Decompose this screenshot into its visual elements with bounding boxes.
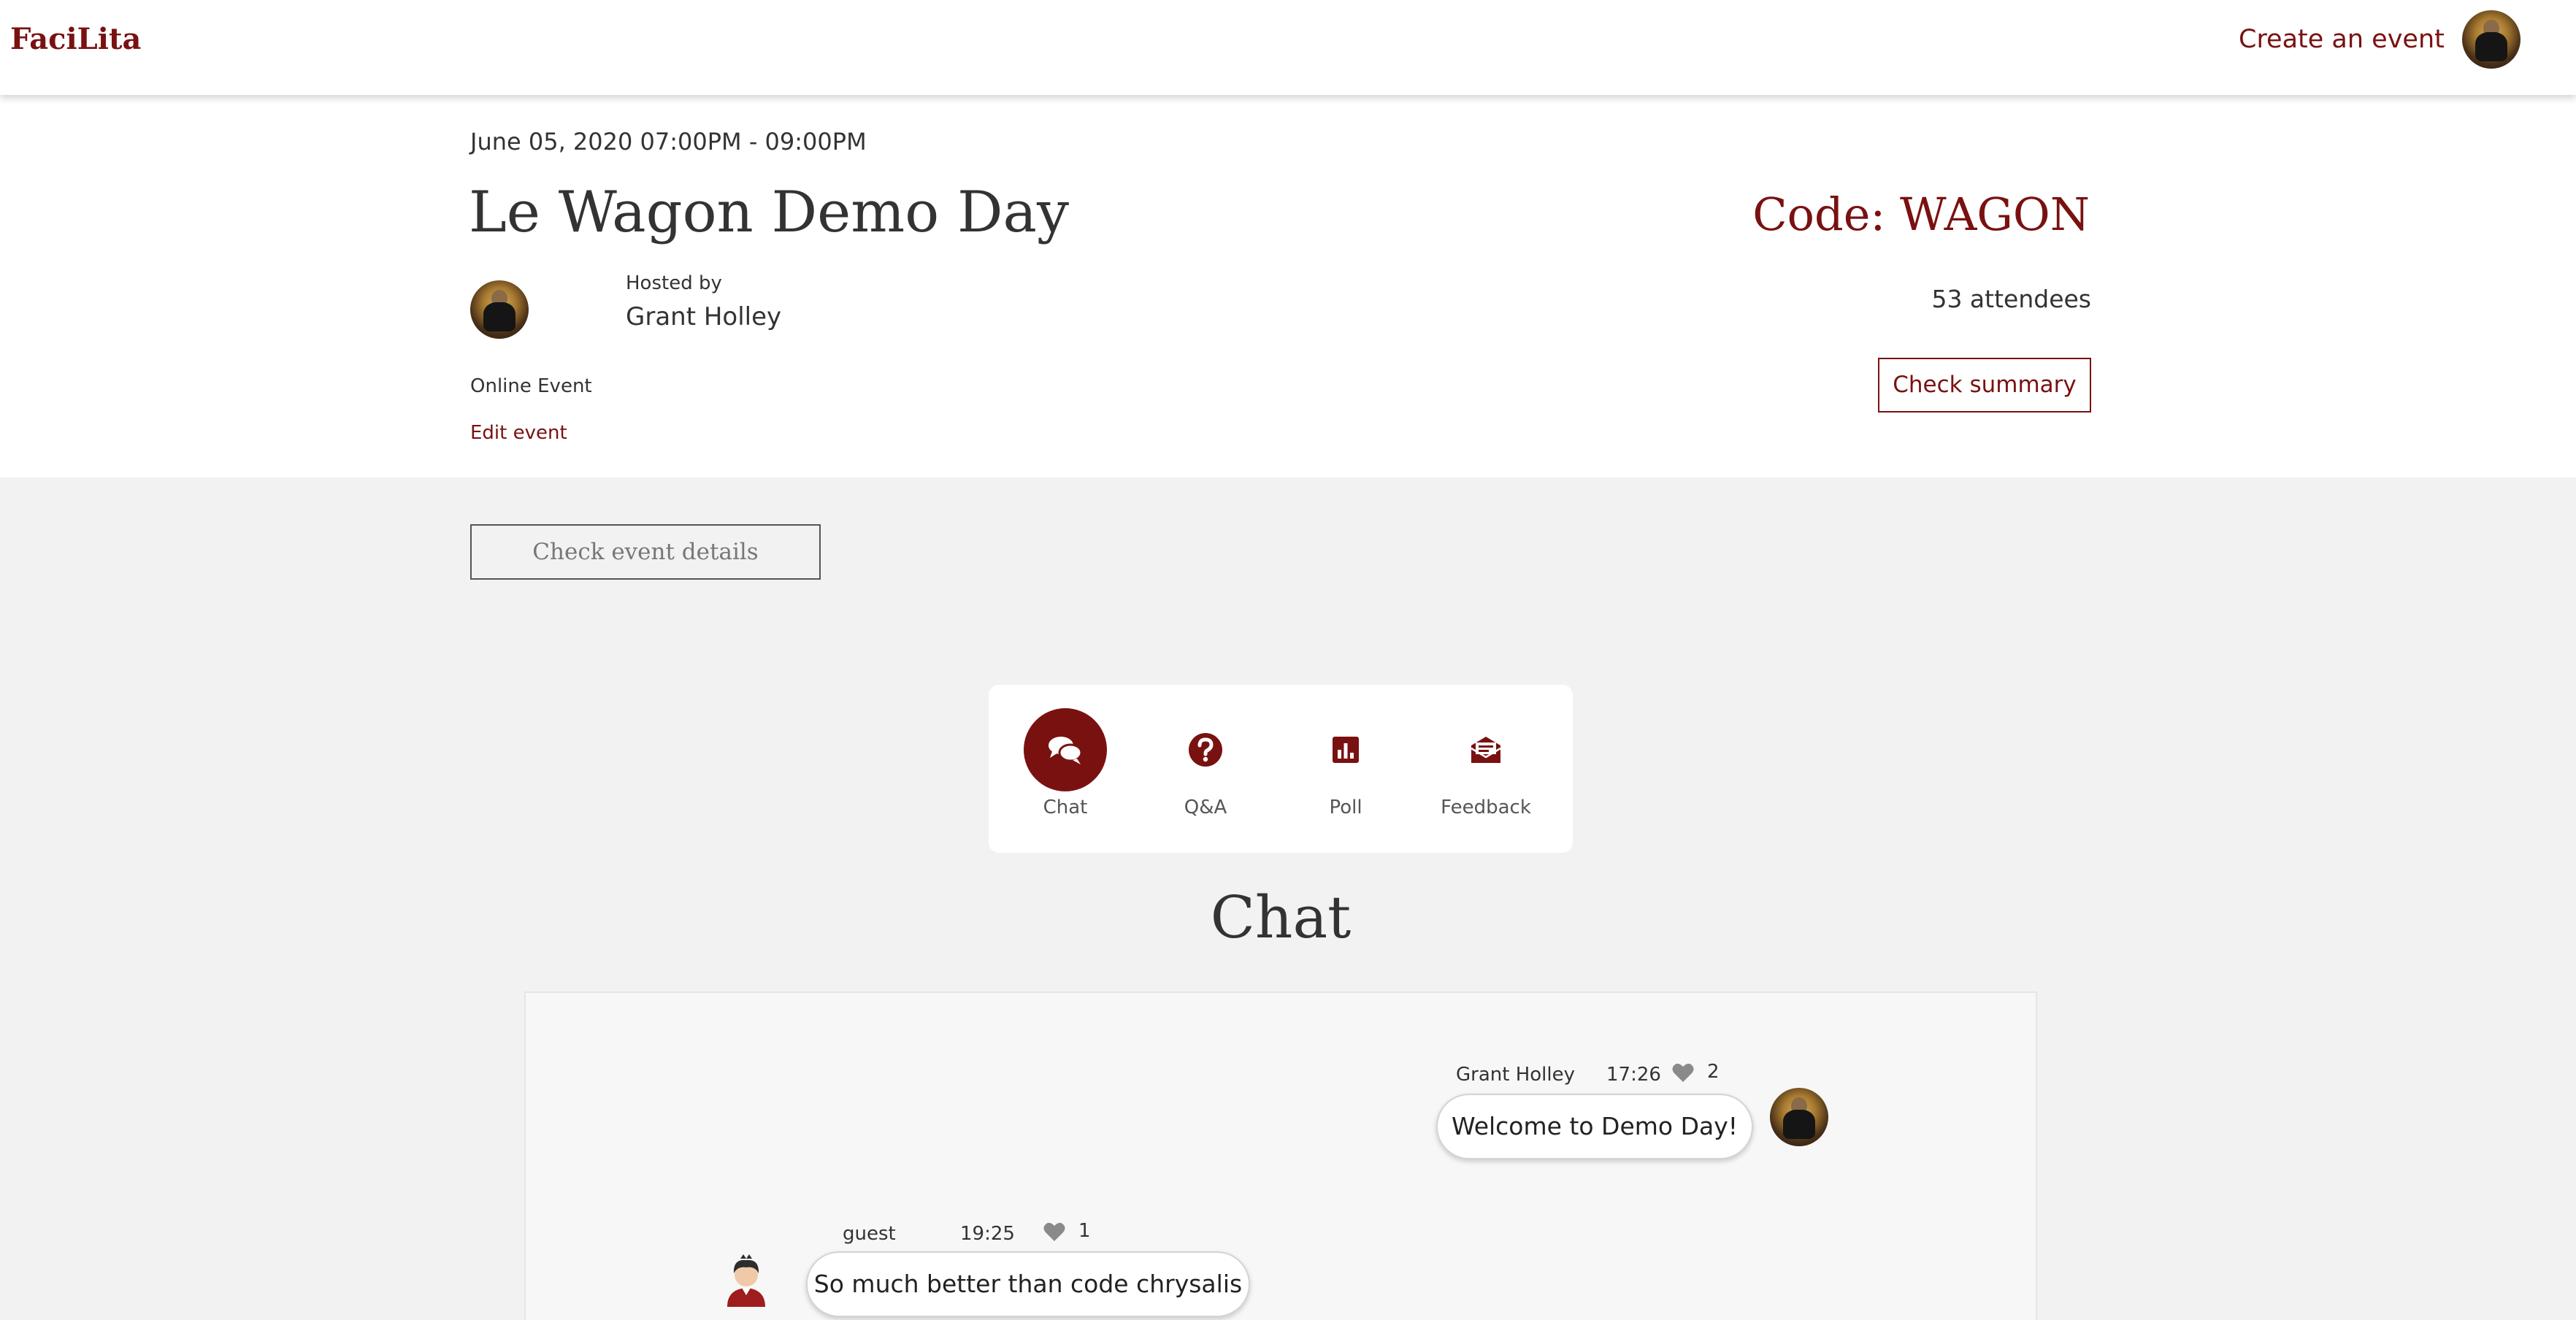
heart-icon[interactable] — [1043, 1221, 1066, 1243]
event-code: Code: WAGON — [1752, 188, 2090, 241]
message-bubble: Welcome to Demo Day! — [1436, 1094, 1753, 1159]
tab-feedback-icon-bg — [1444, 708, 1527, 791]
check-summary-button[interactable]: Check summary — [1878, 358, 2091, 412]
tab-poll-icon-bg — [1304, 708, 1387, 791]
tab-chat[interactable]: Chat — [996, 685, 1135, 853]
message-time: 17:26 — [1606, 1064, 1661, 1086]
top-navbar: FaciLita Create an event — [0, 0, 2576, 95]
user-avatar[interactable] — [2462, 10, 2521, 69]
like-count: 1 — [1078, 1220, 1091, 1242]
section-title: Chat — [1210, 883, 1352, 951]
message-author: Grant Holley — [1456, 1064, 1575, 1086]
message-time: 19:25 — [960, 1223, 1015, 1245]
event-title: Le Wagon Demo Day — [469, 180, 1070, 245]
tab-feedback[interactable]: Feedback — [1417, 685, 1555, 853]
hosted-by-label: Hosted by — [626, 272, 722, 294]
tab-poll[interactable]: Poll — [1276, 685, 1415, 853]
tab-qa-icon-bg — [1164, 708, 1247, 791]
message-bubble: So much better than code chrysalis — [806, 1251, 1250, 1317]
guest-avatar — [727, 1254, 765, 1307]
tab-chat-label: Chat — [1043, 797, 1088, 818]
event-header-panel — [0, 95, 2576, 477]
event-date: June 05, 2020 07:00PM - 09:00PM — [470, 128, 867, 156]
brand-logo[interactable]: FaciLita — [10, 19, 141, 60]
host-avatar — [470, 280, 529, 339]
feedback-icon — [1471, 737, 1501, 763]
heart-icon[interactable] — [1671, 1062, 1695, 1083]
message-avatar — [1770, 1088, 1828, 1146]
check-event-details-button[interactable]: Check event details — [470, 524, 821, 580]
feature-tabs: Chat Q&A Poll Feedback — [989, 685, 1573, 853]
tab-qa-label: Q&A — [1184, 797, 1227, 818]
attendees-count: 53 attendees — [1931, 285, 2091, 313]
message-author: guest — [843, 1223, 896, 1245]
host-name: Grant Holley — [626, 302, 782, 331]
event-location: Online Event — [470, 375, 592, 397]
tab-chat-icon-bg — [1024, 708, 1107, 791]
edit-event-link[interactable]: Edit event — [470, 419, 567, 447]
question-icon — [1189, 733, 1222, 767]
tab-feedback-label: Feedback — [1441, 797, 1531, 818]
like-count: 2 — [1707, 1061, 1720, 1083]
create-event-link[interactable]: Create an event — [2239, 20, 2445, 58]
chat-icon — [1049, 737, 1083, 764]
tab-poll-label: Poll — [1329, 797, 1362, 818]
poll-icon — [1333, 737, 1359, 763]
tab-qa[interactable]: Q&A — [1136, 685, 1275, 853]
